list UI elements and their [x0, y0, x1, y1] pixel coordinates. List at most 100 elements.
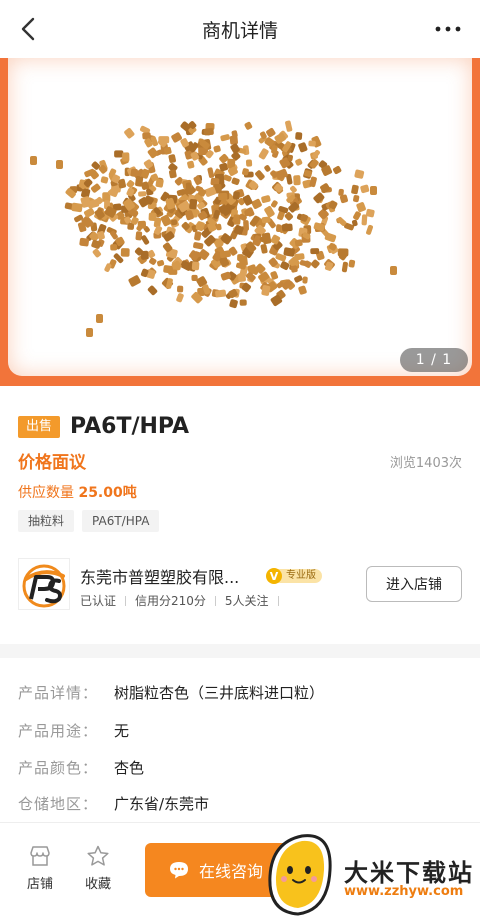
pellet	[354, 169, 365, 179]
pellet	[79, 237, 90, 247]
pellet	[245, 159, 253, 167]
pellet	[310, 259, 320, 269]
pellet	[138, 191, 147, 197]
pellet	[239, 299, 247, 306]
pellet	[229, 299, 238, 309]
sell-tag: 出售	[18, 415, 61, 438]
shop-name[interactable]: 东莞市普塑塑胶有限...	[80, 564, 239, 588]
pellet	[207, 167, 215, 178]
store-label: 店铺	[26, 877, 53, 892]
pellet	[271, 200, 278, 208]
meta-separator	[214, 595, 216, 606]
pellet	[361, 214, 368, 226]
product-tag[interactable]: 抽粒料	[18, 510, 75, 532]
pellet	[189, 198, 198, 210]
product-tag[interactable]: PA6T/HPA	[82, 510, 160, 532]
pellet	[261, 216, 271, 224]
pellet	[360, 184, 370, 194]
detail-row: 产品颜色： 杏色	[18, 757, 144, 778]
pellet	[366, 224, 373, 235]
detail-row: 产品用途： 无	[18, 720, 129, 741]
pellet	[353, 195, 360, 203]
shop-meta: 已认证 信用分210分 5人关注	[80, 592, 288, 609]
product-image	[30, 120, 397, 337]
pellet	[348, 259, 356, 268]
pellet	[295, 132, 303, 140]
favorite-button[interactable]: 收藏	[78, 845, 118, 892]
product-details-section: 产品详情： 树脂粒杏色（三井底料进口粒） 产品用途： 无 产品颜色： 杏色 仓储…	[0, 658, 480, 828]
pellet	[96, 314, 103, 323]
pellet	[232, 191, 240, 200]
store-icon	[30, 846, 50, 866]
more-button[interactable]	[434, 17, 462, 41]
pellet	[308, 140, 316, 147]
pellet	[185, 182, 192, 193]
detail-key: 产品用途：	[18, 722, 99, 740]
pellet	[262, 232, 272, 245]
pellet	[298, 142, 308, 153]
pellet	[191, 261, 200, 271]
pellet	[100, 176, 109, 184]
pellet	[71, 202, 83, 213]
product-tags: 抽粒料 PA6T/HPA	[18, 510, 167, 532]
meta-separator	[277, 595, 279, 606]
pellet	[237, 272, 246, 282]
pellet	[122, 152, 130, 162]
pellet	[370, 186, 377, 195]
pellet	[168, 154, 176, 163]
pellet	[313, 192, 325, 204]
top-nav-bar: 商机详情	[0, 0, 480, 58]
section-divider	[0, 644, 480, 658]
shop-logo-image	[22, 564, 66, 608]
pellet	[285, 120, 293, 132]
pellet	[298, 285, 307, 295]
pellet	[135, 175, 144, 187]
detail-key: 仓储地区：	[18, 795, 99, 813]
pellet	[238, 255, 248, 267]
pellet	[255, 170, 265, 181]
consult-label: 在线咨询	[199, 862, 264, 881]
product-image-gallery[interactable]: 1 / 1	[0, 58, 480, 386]
pellet	[91, 183, 101, 193]
supply-quantity: 供应数量 25.00吨	[18, 482, 137, 502]
supply-label: 供应数量	[18, 485, 74, 501]
pellet	[149, 257, 157, 265]
certified-text: 已认证	[80, 594, 117, 608]
pellet	[147, 147, 159, 159]
pellet	[229, 135, 238, 145]
vip-v-icon: V	[266, 568, 282, 584]
enter-shop-button[interactable]: 进入店铺	[366, 566, 462, 602]
chevron-left-icon	[21, 17, 35, 41]
favorite-label: 收藏	[84, 877, 111, 892]
pellet	[356, 202, 366, 213]
pellet	[266, 127, 276, 138]
shop-logo[interactable]	[18, 558, 70, 610]
pellet	[276, 224, 282, 233]
pellet	[92, 248, 102, 258]
pellet	[261, 195, 271, 203]
pellet	[110, 244, 118, 251]
detail-value: 杏色	[114, 759, 145, 777]
pellet	[194, 231, 202, 241]
watermark-url: www.zzhyw.com	[344, 884, 464, 899]
watermark-brand: 大米下载站	[344, 859, 474, 887]
pellet	[130, 168, 138, 177]
back-button[interactable]	[16, 14, 44, 44]
shop-card[interactable]: 东莞市普塑塑胶有限... V 专业版 已认证 信用分210分 5人关注 进入店铺	[18, 558, 462, 618]
pellet	[128, 275, 141, 287]
pellet	[353, 211, 361, 221]
product-info-section: 出售 PA6T/HPA 价格面议 浏览1403次 供应数量 25.00吨 抽粒料…	[0, 386, 480, 644]
pellet	[203, 128, 214, 136]
pellet	[193, 242, 204, 250]
pellet	[333, 165, 342, 175]
pro-badge: V 专业版	[266, 567, 322, 585]
image-counter: 1 / 1	[400, 348, 468, 372]
view-count: 浏览1403次	[389, 456, 462, 471]
pellet	[30, 156, 37, 165]
pellet	[84, 207, 95, 218]
pellet	[294, 239, 303, 247]
store-button[interactable]: 店铺	[20, 845, 60, 892]
detail-value: 树脂粒杏色（三井底料进口粒）	[114, 684, 325, 702]
pellet	[86, 328, 93, 337]
pellet	[260, 244, 268, 254]
